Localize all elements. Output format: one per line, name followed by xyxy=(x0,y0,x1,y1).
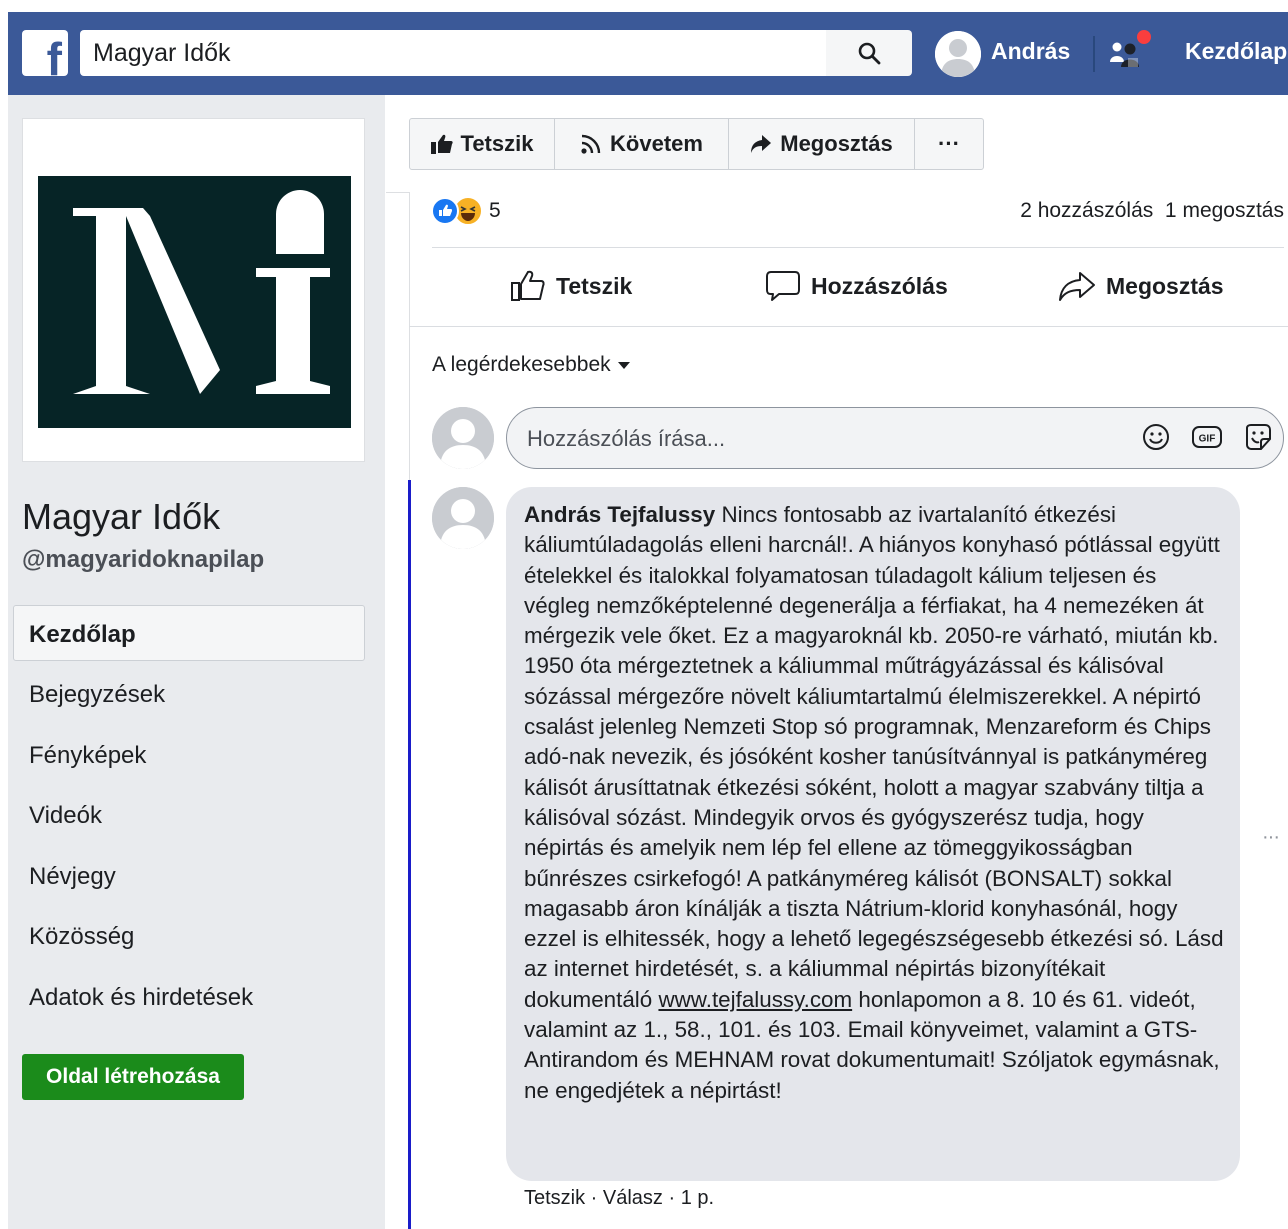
post-like-label: Tetszik xyxy=(556,272,633,299)
more-icon: ··· xyxy=(938,131,960,156)
topbar-separator xyxy=(1093,36,1095,72)
comment-sort-dropdown[interactable]: A legérdekesebbek xyxy=(432,353,631,377)
comment-thread-line xyxy=(408,480,411,1229)
divider xyxy=(409,326,1288,327)
caret-down-icon xyxy=(617,362,630,369)
create-page-button[interactable]: Oldal létrehozása xyxy=(22,1054,244,1100)
comment-input-placeholder: Hozzászólás írása... xyxy=(527,426,726,451)
nav-item-about[interactable]: Névjegy xyxy=(29,863,116,891)
page-title[interactable]: Magyar Idők xyxy=(22,496,220,538)
page-like-button[interactable]: Tetszik xyxy=(409,118,555,170)
page-profile-picture[interactable] xyxy=(22,118,365,462)
search-input[interactable] xyxy=(80,30,826,76)
commenter-avatar[interactable] xyxy=(432,487,494,549)
search-icon xyxy=(858,42,881,65)
post-comment-button[interactable]: Hozzászólás xyxy=(765,270,948,302)
page-follow-label: Követem xyxy=(610,131,703,156)
page-handle[interactable]: @magyaridoknapilap xyxy=(22,546,264,574)
reaction-count: 5 xyxy=(489,199,501,222)
comment-icon xyxy=(766,271,800,301)
facebook-logo[interactable]: f xyxy=(22,30,68,76)
rss-icon xyxy=(581,134,601,154)
friend-requests-button[interactable] xyxy=(1108,30,1152,74)
sticker-icon[interactable] xyxy=(1243,422,1273,452)
page-like-label: Tetszik xyxy=(460,131,534,156)
share-arrow-icon xyxy=(751,135,772,153)
user-silhouette-icon xyxy=(935,31,981,77)
page-more-button[interactable]: ··· xyxy=(914,118,984,170)
nav-item-photos[interactable]: Fényképek xyxy=(29,742,146,770)
nav-item-posts[interactable]: Bejegyzések xyxy=(29,681,165,709)
current-user-avatar[interactable] xyxy=(432,407,494,469)
page-follow-button[interactable]: Követem xyxy=(554,118,729,170)
svg-text:GIF: GIF xyxy=(1199,434,1216,445)
comment-text: András Tejfalussy Nincs fontosabb az iva… xyxy=(524,500,1224,1106)
nav-item-home[interactable]: Kezdőlap xyxy=(29,621,136,649)
share-arrow-icon xyxy=(1059,272,1095,301)
nav-item-info-and-ads[interactable]: Adatok és hirdetések xyxy=(29,984,253,1012)
post-like-button[interactable]: Tetszik xyxy=(510,270,632,302)
gif-icon[interactable]: GIF xyxy=(1191,424,1223,450)
reactions-summary[interactable]: 5 xyxy=(431,196,501,226)
comment-meta[interactable]: Tetszik · Válasz · 1 p. xyxy=(524,1187,714,1210)
comment-body: Nincs fontosabb az ivartalanító étkezési… xyxy=(524,502,1224,1012)
thumbs-up-icon xyxy=(511,270,545,301)
user-avatar[interactable] xyxy=(935,31,981,77)
search-button[interactable] xyxy=(826,30,912,76)
comment-more-icon[interactable]: ··· xyxy=(1262,826,1280,849)
post-share-label: Megosztás xyxy=(1106,272,1224,299)
comment-author[interactable]: András Tejfalussy xyxy=(524,502,715,527)
comment-link[interactable]: www.tejfalussy.com xyxy=(658,987,852,1012)
post-stats[interactable]: 2 hozzászólás 1 megosztás xyxy=(1020,199,1284,223)
friend-requests-icon xyxy=(1110,30,1151,67)
divider xyxy=(432,247,1284,248)
page-share-button[interactable]: Megosztás xyxy=(728,118,915,170)
comment-input[interactable]: Hozzászólás írása... GIF xyxy=(506,407,1284,469)
nav-item-community[interactable]: Közösség xyxy=(29,923,134,951)
emoji-icon[interactable] xyxy=(1141,422,1171,452)
user-name-link[interactable]: András xyxy=(991,38,1070,65)
magyar-idok-logo xyxy=(38,176,351,428)
thumbs-up-icon xyxy=(430,134,453,154)
sort-label: A legérdekesebbek xyxy=(432,353,611,376)
like-reaction-icon xyxy=(431,197,459,225)
page-share-label: Megosztás xyxy=(780,131,893,156)
home-link[interactable]: Kezdőlap xyxy=(1185,38,1287,65)
post-share-button[interactable]: Megosztás xyxy=(1058,270,1224,302)
comment-bubble: András Tejfalussy Nincs fontosabb az iva… xyxy=(506,487,1240,1181)
post-comment-label: Hozzászólás xyxy=(811,272,948,299)
nav-item-videos[interactable]: Videók xyxy=(29,802,102,830)
